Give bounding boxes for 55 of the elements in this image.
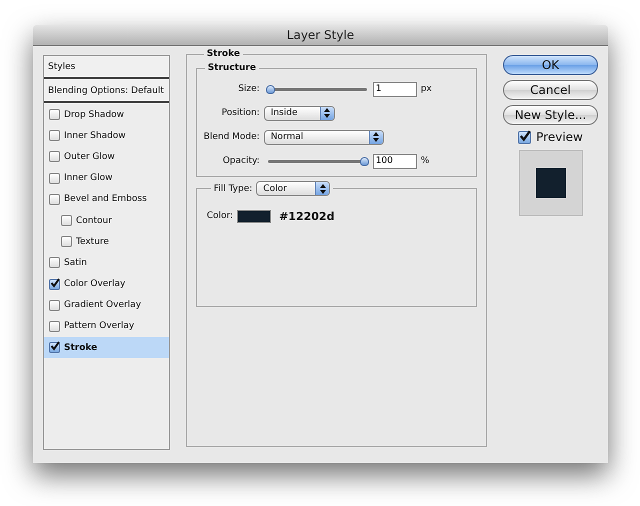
checkbox[interactable] xyxy=(49,342,60,354)
window-title: Layer Style xyxy=(286,28,354,42)
style-item[interactable]: Texture xyxy=(44,231,169,252)
preview-swatch xyxy=(536,168,566,198)
dropdown[interactable]: Inside xyxy=(264,106,335,120)
opacity-input[interactable]: 100 xyxy=(372,154,417,168)
style-item[interactable]: Color Overlay xyxy=(44,274,169,295)
checkbox[interactable] xyxy=(61,215,72,226)
checkbox[interactable] xyxy=(49,257,60,268)
style-item[interactable]: Outer Glow xyxy=(44,146,169,168)
size-input[interactable]: 1 xyxy=(372,82,417,96)
opacity-label: Opacity: xyxy=(222,156,260,166)
group-title: Stroke xyxy=(206,49,241,59)
checkbox[interactable] xyxy=(49,109,60,120)
style-item[interactable]: Inner Glow xyxy=(44,168,169,189)
dialog-button[interactable]: Cancel xyxy=(503,80,598,100)
unit-label: px xyxy=(420,84,432,94)
checkbox[interactable] xyxy=(518,130,532,144)
dropdown[interactable]: Normal xyxy=(264,130,384,144)
style-item[interactable]: Drop Shadow xyxy=(44,104,169,126)
dropdown[interactable]: Color xyxy=(256,181,330,196)
stepper-icon xyxy=(320,106,334,120)
stepper-icon xyxy=(315,182,330,195)
blend-mode-label: Blend Mode: xyxy=(202,132,260,142)
checkbox[interactable] xyxy=(49,300,60,311)
color-swatch[interactable] xyxy=(237,210,272,222)
position-label: Position: xyxy=(220,108,260,118)
slider[interactable] xyxy=(266,156,369,166)
checkbox[interactable] xyxy=(49,278,60,290)
style-item[interactable]: Stroke xyxy=(44,337,169,358)
group-title: Structure xyxy=(206,63,257,73)
checkbox[interactable] xyxy=(61,236,72,248)
style-item[interactable]: Pattern Overlay xyxy=(44,316,169,338)
checkbox[interactable] xyxy=(49,151,60,162)
fill-type-label: Fill Type: xyxy=(214,184,252,194)
checkbox[interactable] xyxy=(49,172,60,184)
color-label: Color: xyxy=(206,211,234,221)
checkbox[interactable] xyxy=(49,130,60,142)
dialog-button[interactable]: New Style... xyxy=(503,105,598,125)
size-label: Size: xyxy=(237,84,260,94)
checkbox[interactable] xyxy=(49,194,60,205)
style-item[interactable]: Inner Shadow xyxy=(44,125,169,146)
slider-thumb[interactable] xyxy=(266,84,275,94)
dialog-button[interactable]: OK xyxy=(503,55,598,75)
preview-label: Preview xyxy=(536,130,583,144)
style-item[interactable]: Satin xyxy=(44,252,169,274)
stepper-icon xyxy=(368,130,383,144)
checkbox[interactable] xyxy=(49,320,60,332)
slider[interactable] xyxy=(266,84,369,94)
style-item[interactable]: Contour xyxy=(44,210,169,232)
style-item[interactable]: Bevel and Emboss xyxy=(44,188,169,210)
color-hex: #12202d xyxy=(279,210,334,222)
slider-thumb[interactable] xyxy=(360,156,369,166)
style-item[interactable]: Gradient Overlay xyxy=(44,294,169,316)
unit-label: % xyxy=(420,156,430,166)
